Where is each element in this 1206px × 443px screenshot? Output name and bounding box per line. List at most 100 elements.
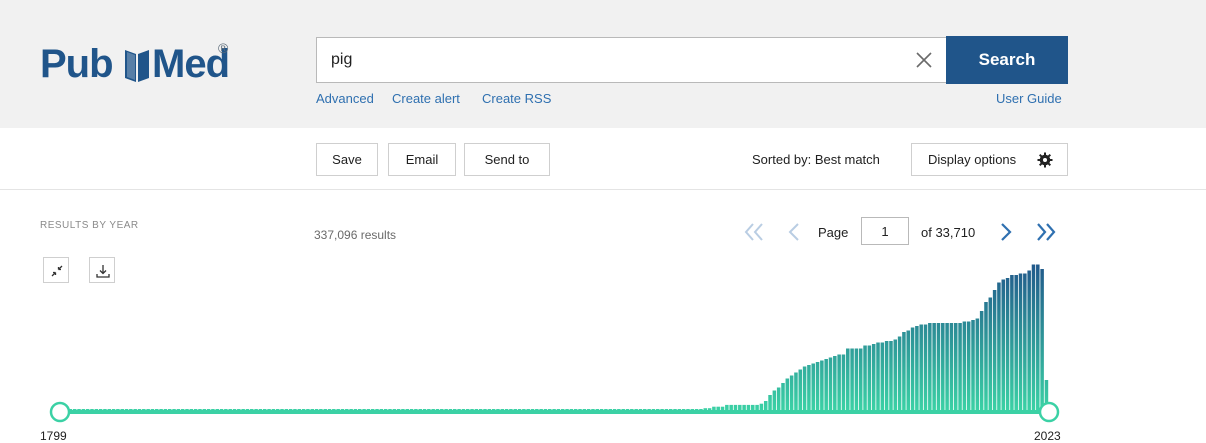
year-bar[interactable]	[163, 409, 168, 410]
year-bar[interactable]	[966, 321, 971, 411]
year-bar[interactable]	[81, 409, 86, 410]
search-input[interactable]	[316, 37, 946, 83]
year-bar[interactable]	[500, 409, 505, 410]
year-bar[interactable]	[638, 409, 643, 410]
year-bar[interactable]	[785, 378, 790, 411]
year-bar[interactable]	[366, 409, 371, 410]
year-bar[interactable]	[997, 282, 1001, 411]
year-bar[interactable]	[871, 344, 876, 410]
year-bar[interactable]	[841, 354, 846, 411]
year-bar[interactable]	[979, 311, 984, 410]
year-bar[interactable]	[297, 409, 302, 410]
year-bar[interactable]	[224, 409, 228, 410]
year-bar[interactable]	[733, 404, 738, 410]
year-bar[interactable]	[85, 409, 90, 410]
year-bar[interactable]	[448, 409, 453, 410]
year-bar[interactable]	[94, 409, 99, 410]
year-bar[interactable]	[971, 320, 975, 410]
year-bar[interactable]	[435, 409, 440, 410]
year-bar[interactable]	[837, 354, 841, 411]
year-bar[interactable]	[850, 348, 854, 411]
year-bar[interactable]	[470, 409, 474, 410]
year-bar[interactable]	[522, 409, 526, 410]
year-bar[interactable]	[431, 409, 435, 410]
year-bar[interactable]	[284, 409, 289, 410]
year-bar[interactable]	[107, 409, 112, 410]
year-bar[interactable]	[686, 409, 690, 410]
year-bar[interactable]	[673, 409, 677, 410]
year-bar[interactable]	[655, 409, 660, 410]
year-bar[interactable]	[712, 406, 716, 410]
year-bar[interactable]	[854, 348, 859, 411]
year-bar[interactable]	[478, 409, 483, 410]
year-bar[interactable]	[846, 348, 850, 411]
year-bar[interactable]	[483, 409, 487, 410]
advanced-link[interactable]: Advanced	[316, 91, 374, 106]
year-bar[interactable]	[288, 409, 293, 410]
year-bar[interactable]	[202, 409, 207, 410]
previous-page-button[interactable]	[780, 218, 808, 246]
year-bar[interactable]	[409, 409, 414, 410]
year-bar[interactable]	[379, 409, 384, 410]
year-bar[interactable]	[314, 409, 319, 410]
year-bar[interactable]	[159, 409, 163, 410]
year-bar[interactable]	[720, 406, 725, 410]
year-bar[interactable]	[897, 336, 902, 411]
year-bar[interactable]	[513, 409, 517, 410]
year-bar[interactable]	[556, 409, 561, 410]
year-bar[interactable]	[396, 409, 401, 410]
year-bar[interactable]	[155, 409, 159, 410]
year-bar[interactable]	[254, 409, 258, 410]
year-bar[interactable]	[120, 409, 124, 410]
year-bar[interactable]	[323, 409, 327, 410]
year-bar[interactable]	[617, 409, 621, 410]
clear-search-button[interactable]	[902, 38, 946, 82]
year-bar[interactable]	[250, 409, 254, 410]
year-bar[interactable]	[591, 409, 595, 410]
year-bar[interactable]	[103, 409, 107, 410]
year-bar[interactable]	[185, 409, 189, 410]
year-bar[interactable]	[828, 357, 833, 411]
year-bar[interactable]	[759, 403, 764, 410]
year-bar[interactable]	[647, 409, 651, 410]
range-handle-start[interactable]	[49, 401, 71, 423]
year-bar[interactable]	[975, 318, 980, 411]
year-bar[interactable]	[807, 365, 811, 410]
year-bar[interactable]	[1040, 269, 1044, 410]
year-bar[interactable]	[953, 323, 958, 410]
year-bar[interactable]	[802, 366, 807, 411]
year-bar[interactable]	[245, 409, 250, 410]
year-bar[interactable]	[275, 409, 280, 410]
year-bar[interactable]	[949, 323, 954, 410]
year-bar[interactable]	[293, 409, 297, 410]
year-bar[interactable]	[310, 409, 315, 410]
year-bar[interactable]	[1014, 275, 1018, 410]
year-bar[interactable]	[798, 369, 803, 411]
year-bar[interactable]	[876, 342, 880, 411]
year-bar[interactable]	[474, 409, 479, 410]
year-bar[interactable]	[388, 409, 392, 410]
year-bar[interactable]	[751, 404, 755, 410]
year-bar[interactable]	[815, 362, 820, 410]
year-bar[interactable]	[418, 409, 422, 410]
year-bar[interactable]	[578, 409, 582, 410]
year-bar[interactable]	[1036, 264, 1040, 411]
year-bar[interactable]	[150, 409, 155, 410]
year-bar[interactable]	[738, 404, 742, 410]
pubmed-logo[interactable]: Pub Med ®	[40, 40, 240, 100]
year-bar[interactable]	[582, 409, 587, 410]
year-bar[interactable]	[789, 375, 794, 411]
year-bar[interactable]	[621, 409, 625, 410]
search-button[interactable]: Search	[946, 36, 1068, 84]
year-bar[interactable]	[345, 409, 349, 410]
email-button[interactable]: Email	[388, 143, 456, 176]
year-bar[interactable]	[893, 339, 898, 411]
year-bar[interactable]	[945, 323, 949, 410]
year-bar[interactable]	[535, 409, 539, 410]
year-bar[interactable]	[142, 409, 146, 410]
year-bar[interactable]	[941, 323, 945, 410]
year-bar[interactable]	[124, 409, 129, 410]
year-bar[interactable]	[219, 409, 224, 410]
year-bar[interactable]	[98, 409, 103, 410]
year-bar[interactable]	[776, 387, 781, 411]
